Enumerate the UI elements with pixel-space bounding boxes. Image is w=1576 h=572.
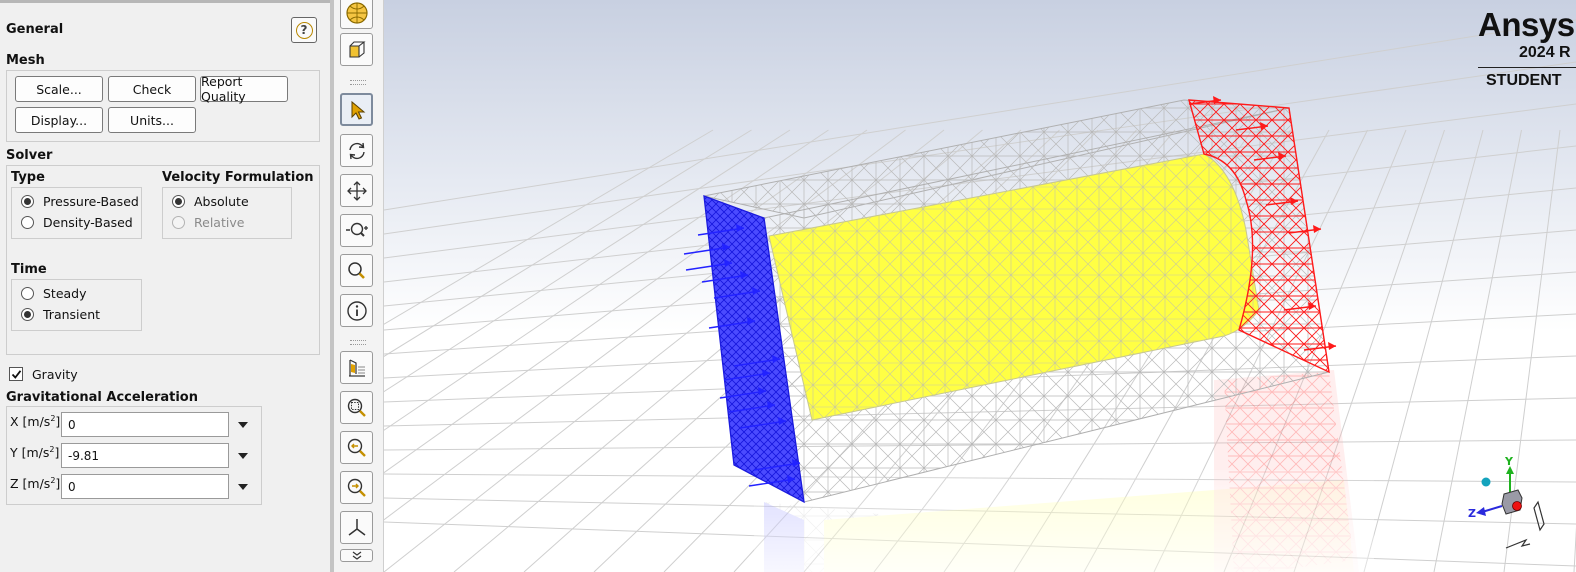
radio-density-based[interactable]: Density-Based: [21, 212, 133, 232]
scale-button[interactable]: Scale...: [15, 76, 103, 102]
triad-y-label: Y: [1504, 455, 1514, 468]
rotate-arrow-icon[interactable]: [1505, 538, 1531, 549]
velocity-formulation-heading: Velocity Formulation: [162, 170, 314, 185]
triad-z-label: Z: [1468, 507, 1476, 520]
more-chevron-icon: [352, 551, 361, 560]
rotate-arrow-icon[interactable]: [1533, 500, 1545, 532]
gravity-z-input[interactable]: [61, 474, 229, 499]
display-button[interactable]: Display...: [15, 107, 103, 133]
units-button[interactable]: Units...: [108, 107, 196, 133]
zoom-in-out-icon: [345, 222, 368, 237]
rotate-icon: [348, 142, 365, 159]
geometry-sphere-icon: [345, 1, 368, 24]
zoom-fit-button[interactable]: [340, 471, 373, 504]
radio-indicator: [21, 286, 34, 300]
gravity-x-input[interactable]: [61, 412, 229, 437]
zoom-box-button[interactable]: [340, 391, 373, 424]
panel-title: General: [6, 22, 64, 37]
report-quality-button[interactable]: Report Quality: [200, 74, 288, 104]
zoom-button[interactable]: [340, 254, 373, 287]
orientation-triad[interactable]: Y Z: [1468, 455, 1545, 549]
radio-indicator: [21, 215, 34, 229]
x-label: X [m/s2]: [10, 414, 61, 430]
help-button[interactable]: ?: [291, 17, 317, 43]
solver-heading: Solver: [6, 148, 53, 163]
box-view-button[interactable]: [340, 33, 373, 66]
pan-icon: [346, 180, 367, 201]
radio-indicator: [21, 307, 34, 321]
zoom-fit-icon: [347, 478, 366, 497]
radio-transient[interactable]: Transient: [21, 304, 100, 324]
z-label: Z [m/s2]: [10, 476, 61, 492]
radio-steady[interactable]: Steady: [21, 283, 87, 303]
gravity-x-dropdown-icon[interactable]: [238, 422, 248, 428]
rotate-button[interactable]: [340, 134, 373, 167]
mesh-scene[interactable]: Y Z: [384, 0, 1576, 572]
radio-relative: Relative: [172, 212, 244, 232]
radio-pressure-based[interactable]: Pressure-Based: [21, 191, 139, 211]
brand-name: Ansys: [1478, 6, 1575, 43]
task-panel-general: General ? Mesh Scale... Check Report Qua…: [0, 0, 330, 572]
brand-version: 2024 R: [1519, 44, 1571, 61]
info-button[interactable]: [340, 294, 373, 327]
zoom-in-out-button[interactable]: [340, 214, 373, 247]
ansys-student-logo: Ansys 2024 R STUDENT: [1478, 6, 1576, 89]
zoom-out-icon: [347, 438, 366, 457]
gravity-checkbox[interactable]: Gravity: [9, 364, 78, 384]
gravity-z-dropdown-icon[interactable]: [238, 484, 248, 490]
brand-divider: [1478, 67, 1576, 68]
radio-indicator: [172, 194, 185, 208]
box-view-icon: [348, 40, 366, 58]
radio-indicator: [21, 194, 34, 208]
lighting-button[interactable]: [340, 351, 373, 384]
toolbar-grip: [350, 80, 366, 85]
pan-button[interactable]: [340, 174, 373, 207]
geometry-sphere-button[interactable]: [340, 0, 373, 29]
more-tools-button[interactable]: [340, 549, 373, 562]
info-icon: [346, 300, 367, 321]
gravitational-acceleration-heading: Gravitational Acceleration: [6, 390, 198, 405]
zoom-box-icon: [347, 398, 366, 417]
gravity-y-input[interactable]: [61, 443, 229, 468]
question-mark-icon: ?: [295, 21, 313, 39]
select-pointer-button[interactable]: [340, 93, 373, 126]
axes-icon: [348, 518, 365, 536]
check-button[interactable]: Check: [108, 76, 196, 102]
time-heading: Time: [11, 262, 47, 277]
brand-edition: STUDENT: [1486, 72, 1562, 89]
type-heading: Type: [11, 170, 45, 185]
checkmark-icon: [9, 367, 23, 381]
graphics-toolbar: [334, 0, 384, 572]
zoom-icon: [347, 261, 365, 279]
gravity-y-dropdown-icon[interactable]: [238, 453, 248, 459]
select-pointer-icon: [351, 100, 365, 120]
toolbar-grip: [350, 340, 366, 345]
axes-button[interactable]: [340, 511, 373, 544]
radio-indicator: [172, 215, 185, 229]
y-label: Y [m/s2]: [10, 445, 60, 461]
radio-absolute[interactable]: Absolute: [172, 191, 249, 211]
zoom-out-button[interactable]: [340, 431, 373, 464]
mesh-heading: Mesh: [6, 53, 45, 68]
graphics-viewport[interactable]: Y Z Ansys 2024 R STUDENT: [384, 0, 1576, 572]
lighting-icon: [348, 358, 365, 377]
